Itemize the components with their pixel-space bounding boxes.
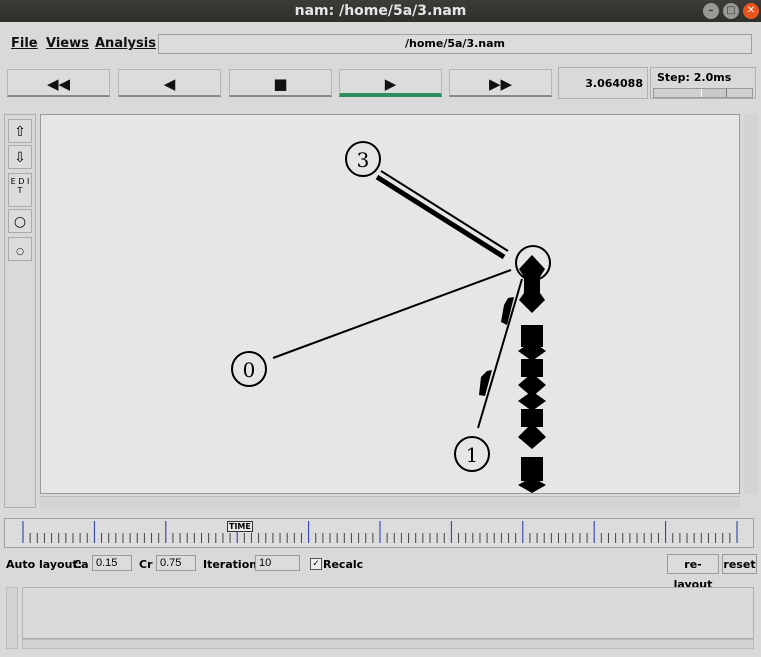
auto-layout-bar: Auto layout: Ca Cr Iterations ✓ Recalc r… — [0, 554, 761, 591]
node-3-label: 3 — [357, 148, 370, 172]
zoom-in-icon[interactable]: ⇧ — [8, 119, 32, 143]
ca-input[interactable] — [92, 555, 132, 571]
recalc-checkbox[interactable]: ✓ — [310, 558, 322, 570]
link-1-2 — [477, 278, 523, 429]
rewind-button[interactable]: ◀◀ — [7, 69, 110, 97]
play-button[interactable]: ▶ — [339, 69, 442, 97]
menu-file[interactable]: File — [11, 36, 38, 51]
link-3-2-b — [375, 174, 506, 260]
maximize-button[interactable]: □ — [723, 3, 739, 19]
minimize-button[interactable]: – — [703, 3, 719, 19]
node-1-label: 1 — [466, 443, 479, 467]
network-canvas[interactable]: 3 0 1 — [40, 114, 740, 494]
annotation-panel — [22, 587, 754, 639]
close-button[interactable]: ✕ — [743, 3, 759, 19]
step-back-button[interactable]: ◀ — [118, 69, 221, 97]
zoom-out-icon[interactable]: ⇩ — [8, 145, 32, 169]
queued-packet — [518, 391, 546, 411]
panel-vertical-scrollbar[interactable] — [6, 587, 18, 649]
small-node-tool-icon[interactable]: ○ — [8, 237, 32, 261]
cr-input[interactable] — [156, 555, 196, 571]
cr-label: Cr — [139, 558, 153, 571]
step-control: Step: 2.0ms — [650, 67, 756, 99]
link-3-2-a — [380, 170, 509, 252]
timeline-ticks — [22, 521, 738, 543]
menu-views-label: Views — [46, 36, 89, 51]
network-graph: 3 0 1 — [231, 141, 551, 493]
menu-analysis[interactable]: Analysis — [95, 36, 156, 51]
current-time: 3.064088 — [558, 67, 648, 99]
step-slider-thumb[interactable] — [701, 89, 727, 97]
node-tool-icon[interactable]: ○ — [8, 209, 32, 233]
stop-button[interactable]: ■ — [229, 69, 332, 97]
fast-forward-button[interactable]: ▶▶ — [449, 69, 552, 97]
canvas-vertical-scrollbar[interactable] — [744, 114, 758, 494]
node-0-label: 0 — [243, 358, 256, 382]
auto-layout-label: Auto layout: — [6, 558, 83, 571]
timeline[interactable]: TIME — [4, 518, 754, 548]
time-marker[interactable]: TIME — [227, 521, 253, 532]
queued-packets — [519, 255, 545, 313]
step-label: Step: 2.0ms — [657, 71, 732, 84]
reset-button[interactable]: reset — [722, 554, 757, 574]
canvas-horizontal-scrollbar[interactable] — [40, 496, 740, 509]
window-title: nam: /home/5a/3.nam — [294, 3, 467, 19]
iterations-input[interactable] — [255, 555, 300, 571]
recalc-label: Recalc — [323, 558, 364, 571]
window-titlebar: nam: /home/5a/3.nam – □ ✕ — [0, 0, 761, 22]
file-path-display: /home/5a/3.nam — [158, 34, 752, 54]
ca-label: Ca — [73, 558, 89, 571]
menu-views[interactable]: Views — [46, 36, 89, 51]
relayout-button[interactable]: re-layout — [667, 554, 719, 591]
menu-analysis-label: Analysis — [95, 36, 156, 51]
edit-toolbar: ⇧ ⇩ E D I T ○ ○ — [4, 114, 36, 508]
step-slider[interactable] — [653, 88, 753, 98]
link-0-2 — [272, 269, 512, 359]
packet — [479, 370, 492, 396]
panel-horizontal-scrollbar[interactable] — [22, 639, 754, 649]
edit-button[interactable]: E D I T — [8, 173, 32, 207]
menu-file-label: File — [11, 36, 38, 51]
